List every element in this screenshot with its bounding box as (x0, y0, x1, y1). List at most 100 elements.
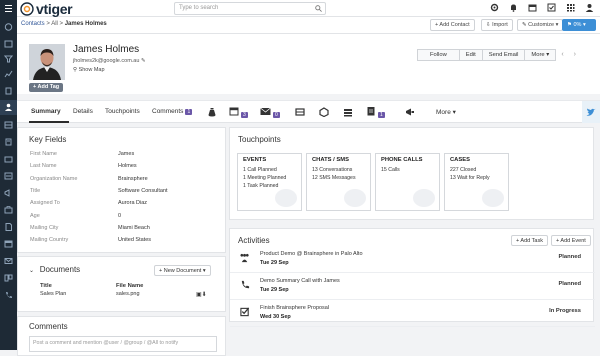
settings-icon[interactable] (490, 3, 499, 12)
show-map-link[interactable]: ⚲ Show Map (73, 67, 105, 73)
tab-touchpoints[interactable]: Touchpoints (105, 108, 140, 115)
touchpoint-card-chats-sms[interactable]: CHATS / SMS 13 Conversations 12 SMS Messag… (306, 153, 371, 211)
search-icon[interactable] (315, 5, 322, 12)
organizations-icon[interactable] (4, 87, 13, 95)
touchpoint-card-events[interactable]: EVENTS 1 Call Planned 1 Meeting Planned 1 T… (237, 153, 302, 211)
twitter-panel-toggle[interactable] (582, 101, 600, 123)
dashboard-icon[interactable] (4, 40, 13, 48)
key-field-value[interactable]: Holmes (118, 163, 137, 169)
invoices-icon[interactable] (4, 172, 13, 180)
meeting-icon (240, 253, 249, 263)
comments-count-badge: 1 (185, 109, 193, 115)
products-icon[interactable] (4, 155, 13, 163)
add-event-button[interactable]: + Add Event (551, 235, 591, 246)
activity-row[interactable]: Demo Summary Call with James Tue 29 Sep Pl… (230, 274, 595, 300)
tasks-icon[interactable] (547, 3, 556, 12)
menu-icon[interactable] (0, 0, 17, 17)
phone-nav-icon[interactable] (4, 291, 13, 299)
home-icon[interactable] (4, 23, 13, 31)
deals-icon[interactable] (4, 121, 13, 129)
key-field-value[interactable]: Aurora Diaz (118, 200, 147, 206)
previous-record-icon[interactable]: ‹ (561, 51, 573, 58)
campaigns-icon[interactable] (4, 189, 13, 197)
cases-icon[interactable] (4, 206, 13, 214)
leads-icon[interactable] (4, 55, 13, 63)
user-profile-icon[interactable] (585, 3, 594, 12)
key-field-value[interactable]: James (118, 151, 134, 157)
chevron-down-icon: ▾ (201, 268, 206, 274)
money-bag-icon[interactable] (207, 107, 217, 117)
touchpoint-card-line: 12 SMS Messages (312, 175, 356, 181)
tab-documents[interactable]: 1 (366, 106, 385, 118)
key-field-value[interactable]: Software Consultant (118, 188, 168, 194)
tab-summary[interactable]: Summary (31, 108, 61, 115)
touchpoint-card-cases[interactable]: CASES 227 Closed 13 Wait for Reply (444, 153, 509, 211)
documents-icon[interactable] (4, 223, 13, 231)
edit-button[interactable]: Edit (458, 49, 483, 61)
touchpoint-watermark-icon (413, 189, 435, 207)
activity-title[interactable]: Finish Brainsphere Proposal (260, 305, 329, 311)
app-name: vtiger (36, 0, 73, 17)
email-nav-icon[interactable] (4, 257, 13, 265)
search-input[interactable]: Type to search (174, 2, 326, 15)
send-email-button[interactable]: Send Email (481, 49, 526, 61)
touchpoint-card-phone-calls[interactable]: PHONE CALLS 15 Calls (375, 153, 440, 211)
import-button[interactable]: ⇩ Import (481, 19, 513, 31)
calendar-icon[interactable] (528, 3, 537, 12)
contact-email-text: jholmes2k@google.com.au (73, 58, 140, 64)
activity-row[interactable]: Product Demo @ Brainsphere in Palo Alto T… (230, 247, 595, 273)
add-task-button[interactable]: + Add Task (511, 235, 548, 246)
touchpoint-card-line: 1 Meeting Planned (243, 175, 287, 181)
activity-title[interactable]: Demo Summary Call with James (260, 278, 340, 284)
breadcrumb-filter[interactable]: All (51, 21, 58, 27)
key-field-value[interactable]: United States (118, 237, 151, 243)
document-file-name[interactable]: sales.png (116, 291, 140, 297)
archive-icon[interactable] (319, 107, 329, 117)
apps-grid-icon[interactable] (566, 3, 575, 12)
stack-icon[interactable] (343, 107, 353, 117)
tab-details[interactable]: Details (73, 108, 93, 115)
touchpoints-panel: Touchpoints EVENTS 1 Call Planned 1 Meetin… (229, 127, 594, 220)
notifications-icon[interactable] (509, 3, 518, 12)
app-logo[interactable]: vtiger (20, 0, 73, 17)
activity-title[interactable]: Product Demo @ Brainsphere in Palo Alto (260, 251, 363, 257)
more-actions-button[interactable]: More ▾ (524, 49, 557, 61)
chevron-down-icon: ▾ (544, 52, 550, 58)
touchpoint-card-title: CASES (450, 157, 470, 163)
tab-calendar[interactable]: 3 (229, 106, 248, 118)
follow-toggle-button[interactable]: ⚑ 0% ▾ (562, 19, 596, 31)
ticket-icon[interactable] (295, 107, 305, 117)
key-fields-panel: Key Fields First Name James Last Name Holme… (17, 127, 226, 253)
reports-icon[interactable] (4, 70, 13, 78)
tab-comments[interactable]: Comments 1 (152, 108, 193, 115)
contact-avatar[interactable] (29, 44, 65, 80)
key-fields-title: Key Fields (29, 135, 67, 144)
breadcrumb-module[interactable]: Contacts (21, 21, 45, 27)
activity-row[interactable]: Finish Brainsphere Proposal Wed 30 Sep In … (230, 301, 595, 327)
activity-date: Wed 30 Sep (260, 314, 291, 320)
tab-more[interactable]: More ▾ (436, 108, 456, 116)
contacts-icon[interactable] (4, 103, 13, 111)
calendar-nav-icon[interactable] (4, 240, 13, 248)
collapse-chevron-icon[interactable]: ⌄ (29, 268, 36, 274)
add-tag-button[interactable]: + Add Tag (29, 83, 64, 92)
next-record-icon[interactable]: › (574, 51, 586, 58)
projects-icon[interactable] (4, 274, 13, 282)
touchpoint-watermark-icon (482, 189, 504, 207)
record-actions: Follow Edit Send Email More ▾ (417, 49, 557, 61)
record-header: James Holmes jholmes2k@google.com.au ✎ ⚲… (17, 34, 600, 94)
key-field-value[interactable]: Brainsphere (118, 176, 148, 182)
document-title[interactable]: Sales Plan (40, 291, 66, 297)
key-field-value[interactable]: Miami Beach (118, 225, 150, 231)
key-field-value[interactable]: 0 (118, 213, 121, 219)
edit-pencil-icon[interactable]: ✎ (141, 58, 146, 64)
megaphone-icon[interactable] (405, 107, 415, 117)
new-document-button[interactable]: + New Document ▾ (154, 265, 211, 276)
contact-email[interactable]: jholmes2k@google.com.au ✎ (73, 58, 146, 64)
follow-button[interactable]: Follow (417, 49, 460, 61)
customize-button[interactable]: ✎ Customize ▾ (517, 19, 564, 31)
add-contact-button[interactable]: + Add Contact (430, 19, 475, 31)
quotes-icon[interactable] (4, 138, 13, 146)
download-icon[interactable]: ⬇ (202, 292, 207, 298)
tab-emails[interactable]: 0 (260, 106, 280, 118)
